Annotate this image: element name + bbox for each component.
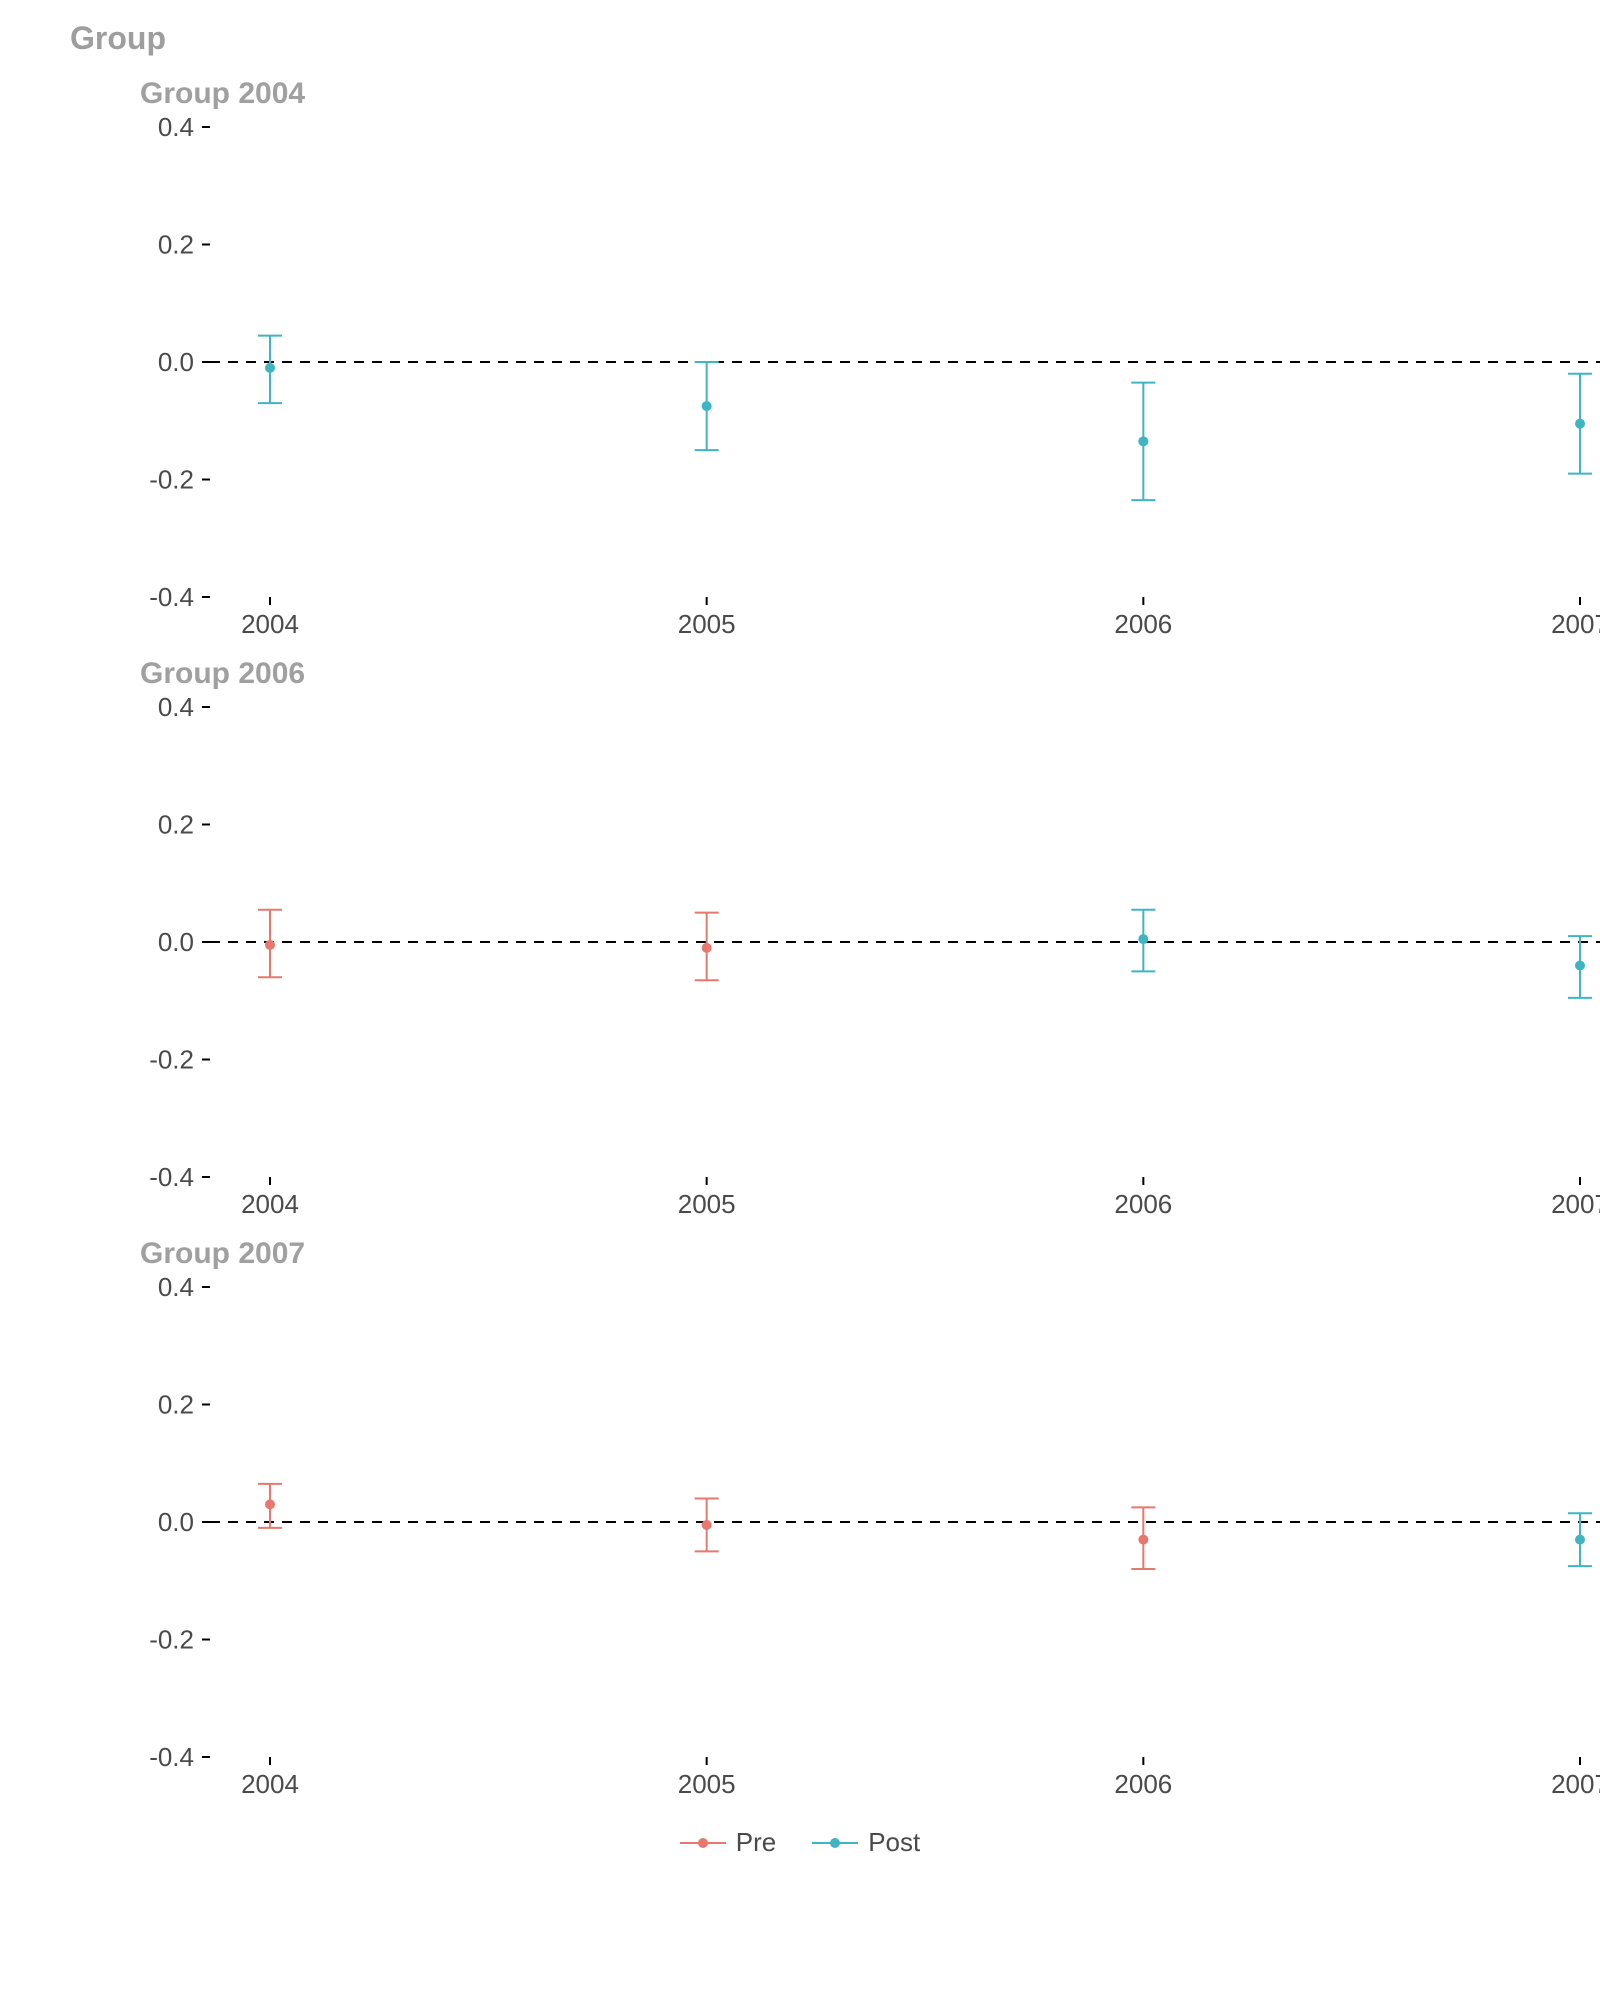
data-point [695, 913, 719, 981]
chart-panel: Group 2007-0.4-0.20.00.20.42004200520062… [30, 1237, 1570, 1807]
plot-area: -0.4-0.20.00.20.42004200520062007 [120, 127, 1550, 597]
plot-svg: -0.4-0.20.00.20.42004200520062007 [120, 707, 1600, 1237]
plot-svg: -0.4-0.20.00.20.42004200520062007 [120, 1287, 1600, 1817]
chart-panel: Group 2006-0.4-0.20.00.20.42004200520062… [30, 657, 1570, 1227]
y-tick-label: 0.0 [158, 347, 194, 377]
y-tick-label: 0.2 [158, 230, 194, 260]
x-tick-label: 2006 [1114, 1189, 1172, 1219]
x-tick-label: 2004 [241, 609, 299, 639]
data-point [258, 910, 282, 978]
y-tick-label: 0.0 [158, 1507, 194, 1537]
y-tick-label: -0.2 [149, 1045, 194, 1075]
plot-area: -0.4-0.20.00.20.42004200520062007 [120, 707, 1550, 1177]
y-tick-label: 0.2 [158, 1390, 194, 1420]
legend-marker-icon [812, 1833, 858, 1853]
data-point [1131, 910, 1155, 972]
data-point [695, 1499, 719, 1552]
legend-item: Post [812, 1827, 920, 1858]
x-tick-label: 2007 [1551, 1769, 1600, 1799]
legend-item: Pre [680, 1827, 776, 1858]
legend: Pre Post [30, 1827, 1570, 1860]
data-point [1568, 374, 1592, 474]
panel-title: Group 2007 [140, 1237, 305, 1271]
y-tick-label: -0.4 [149, 582, 194, 612]
panel-title: Group 2004 [140, 77, 305, 111]
plot-area: -0.4-0.20.00.20.42004200520062007 [120, 1287, 1550, 1757]
y-tick-label: -0.4 [149, 1162, 194, 1192]
x-tick-label: 2007 [1551, 1189, 1600, 1219]
x-tick-label: 2007 [1551, 609, 1600, 639]
legend-label: Pre [736, 1827, 776, 1858]
data-point [1131, 1507, 1155, 1569]
x-tick-label: 2005 [678, 1189, 736, 1219]
y-tick-label: 0.4 [158, 1272, 194, 1302]
x-tick-label: 2006 [1114, 609, 1172, 639]
data-point [1131, 383, 1155, 501]
legend-label: Post [868, 1827, 920, 1858]
y-tick-label: 0.4 [158, 112, 194, 142]
panel-title: Group 2006 [140, 657, 305, 691]
data-point [1568, 936, 1592, 998]
y-tick-label: -0.2 [149, 1625, 194, 1655]
x-tick-label: 2004 [241, 1769, 299, 1799]
x-tick-label: 2005 [678, 1769, 736, 1799]
x-tick-label: 2005 [678, 609, 736, 639]
y-tick-label: -0.2 [149, 465, 194, 495]
panels: Group 2004 -0.4 -0.2 0.0 0.2 0.4 2004 2005 2006 2… [30, 77, 1570, 1807]
data-point [258, 1484, 282, 1528]
page-title: Group [70, 20, 1570, 57]
data-point [695, 362, 719, 450]
legend-marker-icon [680, 1833, 726, 1853]
chart-container: Group Group 2004 -0.4 -0.2 0.0 0.2 0.4 2004 200… [0, 0, 1600, 2000]
chart-panel: Group 2004-0.4-0.20.00.20.42004200520062… [30, 77, 1570, 647]
y-tick-label: -0.4 [149, 1742, 194, 1772]
y-tick-label: 0.0 [158, 927, 194, 957]
x-tick-label: 2004 [241, 1189, 299, 1219]
plot-svg: -0.4-0.20.00.20.42004200520062007 [120, 127, 1600, 657]
data-point [258, 336, 282, 404]
data-point [1568, 1513, 1592, 1566]
y-tick-label: 0.2 [158, 810, 194, 840]
y-tick-label: 0.4 [158, 692, 194, 722]
x-tick-label: 2006 [1114, 1769, 1172, 1799]
